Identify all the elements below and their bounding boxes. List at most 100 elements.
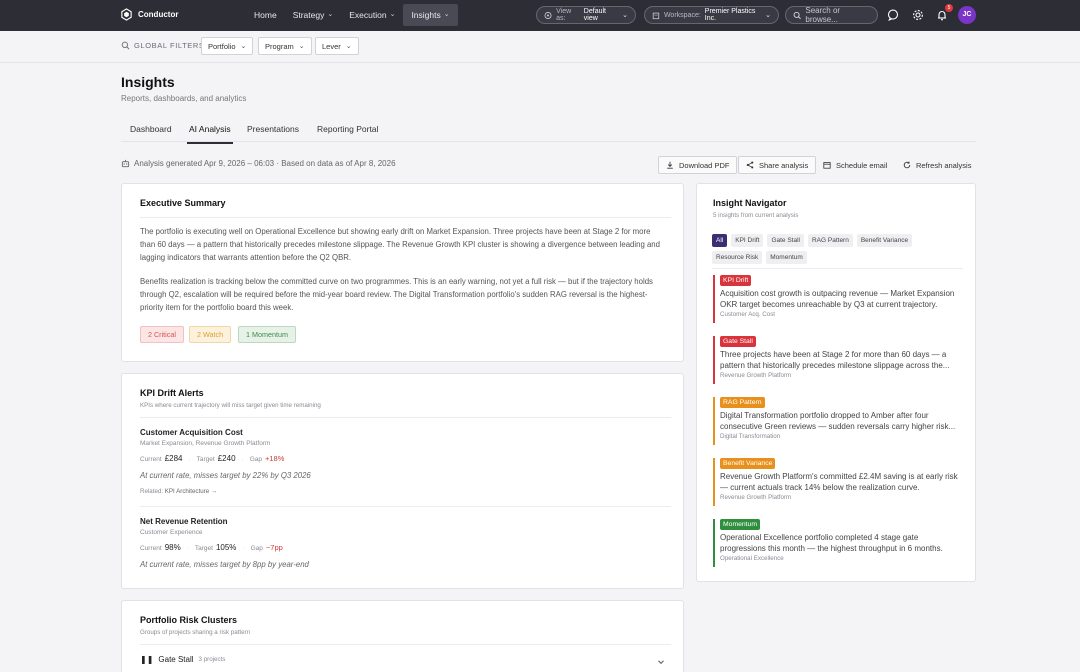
insight-text: Three projects have been at Stage 2 for …: [720, 350, 950, 370]
insight-tag: Benefit Variance: [720, 458, 776, 469]
related-link[interactable]: KPI Architecture →: [165, 488, 217, 495]
nav-home[interactable]: Home: [246, 4, 285, 26]
workspace-value: Premier Plastics Inc.: [704, 8, 756, 22]
filter-program[interactable]: Program ⌄: [258, 37, 312, 55]
download-pdf-label: Download PDF: [679, 160, 730, 170]
view-as-value: Default view: [583, 8, 606, 22]
insight-source: Operational Excellence: [720, 555, 784, 562]
chevron-down-icon: ⌄: [298, 43, 305, 50]
refresh-analysis-button[interactable]: Refresh analysis: [896, 156, 978, 174]
insight-item[interactable]: RAG Pattern Digital Transformation portf…: [713, 397, 963, 445]
insight-source: Revenue Growth Platform: [720, 372, 792, 379]
share-icon: [746, 161, 754, 169]
kpi-name: Net Revenue Retention: [140, 517, 228, 526]
search-icon: [793, 11, 801, 19]
search-icon: [121, 41, 130, 50]
top-nav: Conductor Home Strategy ⌄ Execution ⌄ Insi…: [0, 0, 1080, 31]
download-pdf-button[interactable]: Download PDF: [658, 156, 738, 174]
nav-home-label: Home: [254, 10, 277, 20]
chevron-down-icon: ⌄: [327, 11, 334, 18]
chevron-down-icon: ⌄: [443, 11, 450, 18]
chevron-down-icon: ⌄: [345, 43, 352, 50]
target-label: Target: [196, 456, 215, 463]
chevron-down-icon[interactable]: [657, 658, 665, 666]
insight-source: Revenue Growth Platform: [720, 494, 792, 501]
schedule-email-button[interactable]: Schedule email: [816, 156, 894, 174]
filter-kpi-drift[interactable]: KPI Drift: [731, 234, 764, 247]
severity-bar: [713, 458, 715, 506]
insight-item[interactable]: Benefit Variance Revenue Growth Platform…: [713, 458, 963, 506]
filter-gate-stall[interactable]: Gate Stall: [767, 234, 804, 247]
filter-lever[interactable]: Lever ⌄: [315, 37, 359, 55]
view-as-label: View as:: [556, 8, 572, 22]
risk-clusters-title: Portfolio Risk Clusters: [140, 615, 238, 625]
watch-count-chip[interactable]: 2 Watch: [189, 326, 232, 343]
share-analysis-label: Share analysis: [759, 160, 809, 170]
filter-all[interactable]: All: [712, 234, 728, 247]
critical-count-chip[interactable]: 2 Critical: [140, 326, 184, 343]
divider: [140, 506, 671, 507]
kpi-forecast-note: At current rate, misses target by 22% by…: [140, 471, 311, 480]
kpi-values: Current 98% · Target 105% · Gap −7pp: [140, 543, 283, 552]
nav-execution[interactable]: Execution ⌄: [341, 4, 403, 26]
insight-text: Digital Transformation portfolio dropped…: [720, 411, 956, 431]
divider: [140, 644, 671, 645]
eye-icon: [544, 11, 552, 19]
robot-icon: [121, 159, 130, 168]
conductor-logo-icon: [121, 8, 132, 21]
insight-item[interactable]: Momentum Operational Excellence portfoli…: [713, 519, 963, 567]
kpi-values: Current £284 · Target £240 · Gap +18%: [140, 454, 284, 463]
gear-icon[interactable]: [912, 9, 924, 21]
avatar[interactable]: JC: [958, 6, 976, 24]
filter-momentum[interactable]: Momentum: [766, 251, 807, 264]
filter-rag-pattern[interactable]: RAG Pattern: [807, 234, 853, 247]
risk-clusters-subtitle: Groups of projects sharing a risk patter…: [140, 629, 251, 636]
target-value: £240: [217, 454, 236, 463]
insight-text: Operational Excellence portfolio complet…: [720, 533, 943, 553]
kpi-drift-alerts-card: KPI Drift Alerts KPIs where current traj…: [121, 373, 684, 589]
tab-dashboard[interactable]: Dashboard: [130, 124, 172, 134]
insight-filters: All KPI Drift Gate Stall RAG Pattern Ben…: [712, 234, 962, 264]
analysis-generated-line: Analysis generated Apr 9, 2026 – 06:03 ·…: [121, 159, 396, 168]
filter-benefit-variance[interactable]: Benefit Variance: [856, 234, 913, 247]
view-as-selector[interactable]: View as: Default view ⌄: [536, 6, 636, 24]
global-filter-bar: GLOBAL FILTERS Portfolio ⌄ Program ⌄ Lever…: [0, 31, 1080, 63]
nav-strategy-label: Strategy: [292, 10, 325, 20]
building-icon: [652, 12, 660, 19]
share-analysis-button[interactable]: Share analysis: [738, 156, 817, 174]
cluster-row-gate-stall[interactable]: ❚❚ Gate Stall 3 projects: [140, 655, 225, 664]
insight-text: Revenue Growth Platform's committed £2.4…: [720, 472, 958, 492]
workspace-label: Workspace:: [663, 11, 701, 19]
brand-logo[interactable]: Conductor: [120, 8, 178, 21]
filter-portfolio[interactable]: Portfolio ⌄: [201, 37, 254, 55]
summary-paragraph-1: The portfolio is executing well on Opera…: [140, 227, 660, 263]
current-value: £284: [164, 454, 183, 463]
gap-label: Gap: [250, 545, 263, 552]
kpi-related: Related: KPI Architecture →: [140, 488, 217, 495]
gap-value: −7pp: [265, 543, 283, 552]
separator: ·: [241, 456, 244, 463]
severity-bar: [713, 519, 715, 567]
insight-navigator-subtitle: 5 insights from current analysis: [713, 212, 799, 219]
tab-ai-analysis[interactable]: AI Analysis: [187, 124, 233, 144]
global-search[interactable]: Search or browse...: [785, 6, 878, 24]
nav-insights[interactable]: Insights ⌄: [403, 4, 458, 26]
tab-presentations[interactable]: Presentations: [247, 124, 299, 134]
chat-icon[interactable]: [887, 9, 899, 21]
filter-resource-risk[interactable]: Resource Risk: [712, 251, 763, 264]
nav-strategy[interactable]: Strategy ⌄: [285, 4, 342, 26]
insight-source: Customer Acq. Cost: [720, 311, 776, 318]
severity-bar: [713, 397, 715, 445]
separator: ·: [186, 545, 189, 552]
insight-item[interactable]: Gate Stall Three projects have been at S…: [713, 336, 963, 384]
page-tabs: Dashboard AI Analysis Presentations Repo…: [121, 116, 976, 144]
separator: ·: [188, 456, 191, 463]
separator: ·: [242, 545, 245, 552]
divider: [140, 217, 671, 218]
momentum-count-chip[interactable]: 1 Momentum: [238, 326, 296, 343]
workspace-selector[interactable]: Workspace: Premier Plastics Inc. ⌄: [644, 6, 779, 24]
filter-lever-label: Lever: [322, 41, 341, 51]
insight-source: Digital Transformation: [720, 433, 781, 440]
insight-item[interactable]: KPI Drift Acquisition cost growth is out…: [713, 275, 963, 323]
tab-reporting-portal[interactable]: Reporting Portal: [317, 124, 378, 134]
